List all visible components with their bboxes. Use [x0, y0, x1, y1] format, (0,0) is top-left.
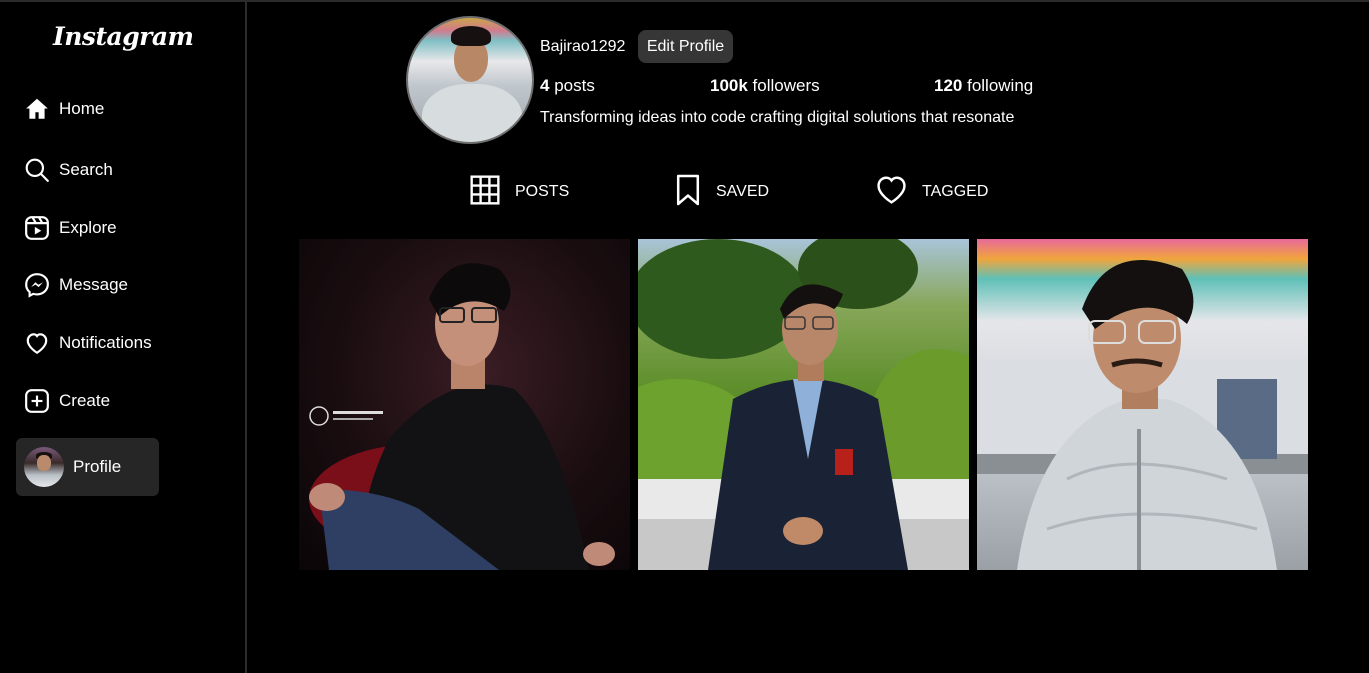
sidebar-item-label: Explore	[59, 218, 117, 237]
instagram-logo[interactable]: Instagram	[53, 22, 194, 51]
avatar-jacket	[422, 84, 522, 142]
sidebar-item-notifications[interactable]: Notifications	[16, 320, 159, 366]
sidebar-item-label: Message	[59, 275, 128, 294]
following-count: 120	[934, 76, 963, 95]
avatar-hair	[451, 26, 491, 46]
profile-username: Bajirao1292	[540, 38, 626, 55]
avatar-face	[37, 455, 51, 471]
heart-icon	[875, 175, 908, 210]
avatar	[24, 447, 64, 487]
profile-bio: Transforming ideas into code crafting di…	[540, 109, 1015, 126]
sidebar-item-label: Create	[59, 391, 111, 410]
posts-label: posts	[549, 76, 595, 95]
followers-label: followers	[747, 76, 820, 95]
posts-grid	[299, 239, 1309, 570]
messenger-icon	[24, 272, 50, 298]
sidebar-item-label: Profile	[73, 457, 122, 476]
following-label: following	[962, 76, 1034, 95]
tab-label: SAVED	[716, 183, 770, 200]
posts-count-stat: 4 posts	[540, 76, 595, 96]
post-photo-1[interactable]	[299, 239, 630, 570]
sidebar-item-explore[interactable]: Explore	[16, 205, 159, 251]
post-image	[977, 260, 1308, 570]
search-icon	[24, 157, 50, 183]
post-photo-2[interactable]	[638, 239, 969, 570]
home-icon	[24, 96, 50, 122]
post-image	[309, 263, 615, 570]
tab-label: POSTS	[515, 183, 570, 200]
post-photo-3[interactable]	[977, 239, 1308, 570]
reels-icon	[24, 215, 50, 241]
bookmark-icon	[674, 173, 702, 212]
profile-avatar[interactable]	[406, 16, 534, 144]
sidebar-item-profile[interactable]: Profile	[16, 438, 159, 496]
tab-tagged[interactable]: TAGGED	[875, 174, 988, 210]
edit-profile-button[interactable]: Edit Profile	[638, 30, 733, 63]
sidebar-item-label: Notifications	[59, 333, 152, 352]
post-image	[638, 239, 969, 570]
sidebar-item-label: Home	[59, 99, 105, 118]
following-stat[interactable]: 120 following	[934, 76, 1033, 96]
plus-square-icon	[24, 388, 50, 414]
tab-label: TAGGED	[922, 183, 989, 200]
sidebar-item-message[interactable]: Message	[16, 262, 159, 308]
followers-count: 100k	[710, 76, 748, 95]
sidebar-item-label: Search	[59, 160, 113, 179]
tab-saved[interactable]: SAVED	[674, 174, 769, 210]
sidebar-item-home[interactable]: Home	[16, 86, 159, 132]
grid-icon	[469, 174, 501, 211]
tab-posts[interactable]: POSTS	[469, 174, 569, 210]
sidebar: Instagram Home Search Explore Message No…	[0, 2, 247, 673]
heart-icon	[24, 330, 50, 356]
sidebar-item-search[interactable]: Search	[16, 147, 159, 193]
sidebar-item-create[interactable]: Create	[16, 378, 159, 424]
followers-stat[interactable]: 100k followers	[710, 76, 820, 96]
